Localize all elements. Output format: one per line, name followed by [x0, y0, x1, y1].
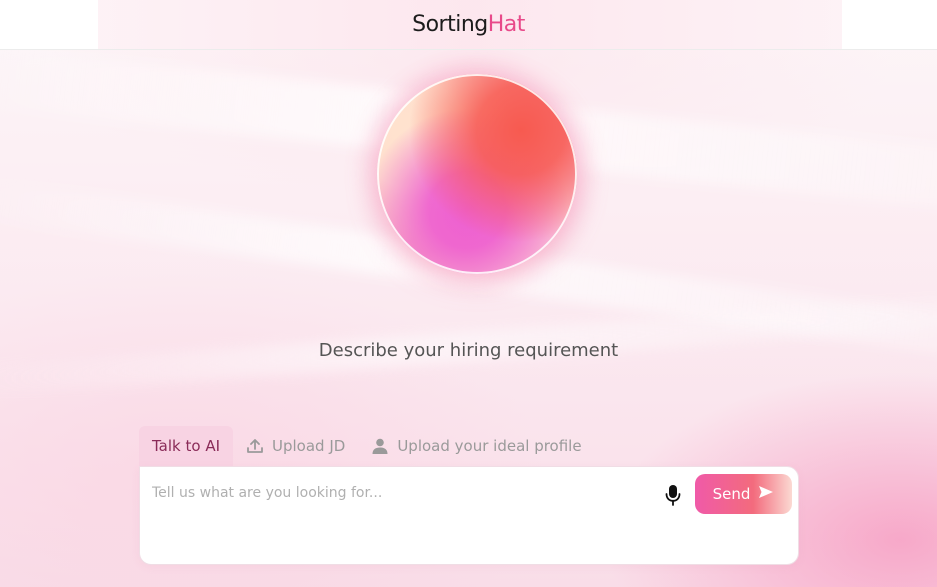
send-icon	[758, 485, 774, 503]
send-button[interactable]: Send	[695, 474, 792, 514]
microphone-icon[interactable]	[662, 483, 684, 507]
tab-talk-to-ai[interactable]: Talk to AI	[139, 426, 234, 466]
page-prompt: Describe your hiring requirement	[318, 340, 619, 361]
orb-sphere	[377, 74, 577, 274]
tab-label: Talk to AI	[152, 437, 221, 455]
ai-orb	[359, 56, 595, 292]
tab-upload-jd[interactable]: Upload JD	[233, 426, 358, 466]
user-icon	[371, 437, 389, 455]
requirement-composer: Send	[139, 466, 799, 565]
logo[interactable]: SortingHat	[412, 12, 525, 37]
upload-icon	[246, 437, 264, 455]
send-label: Send	[712, 485, 751, 503]
tab-upload-ideal-profile[interactable]: Upload your ideal profile	[358, 426, 594, 466]
input-mode-tabs: Talk to AI Upload JD Upload your ideal p…	[139, 426, 595, 466]
tab-label: Upload your ideal profile	[397, 437, 582, 455]
tab-label: Upload JD	[272, 437, 346, 455]
logo-accent: Hat	[487, 12, 526, 37]
logo-primary: Sorting	[412, 12, 488, 37]
requirement-input[interactable]	[152, 485, 652, 545]
top-bar: SortingHat	[0, 0, 937, 50]
